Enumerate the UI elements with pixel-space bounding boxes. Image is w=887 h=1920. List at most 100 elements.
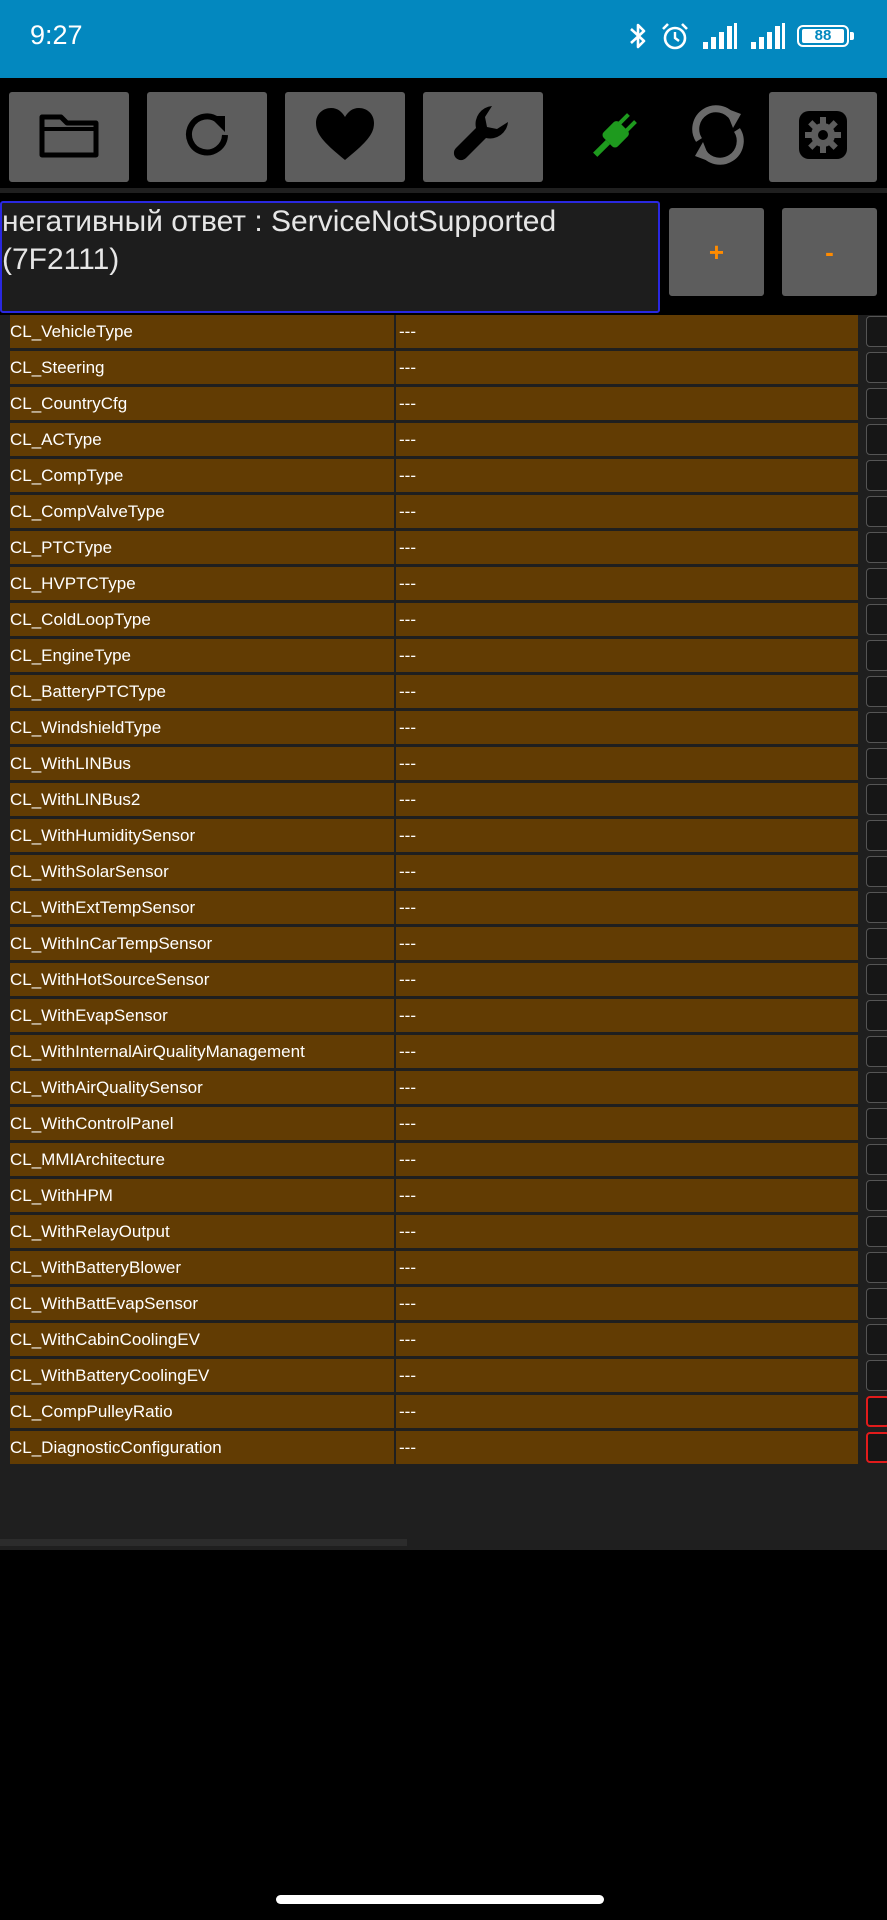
row-action-button[interactable]: [866, 1360, 887, 1391]
list-item[interactable]: CL_CompValveType ---: [10, 495, 858, 528]
list-item[interactable]: CL_WithCabinCoolingEV ---: [10, 1323, 858, 1356]
parameter-name: CL_WithEvapSensor: [10, 999, 394, 1032]
increase-button[interactable]: +: [669, 208, 764, 296]
status-bar: 9:27 88: [0, 0, 887, 78]
list-item[interactable]: CL_CompType ---: [10, 459, 858, 492]
list-item[interactable]: CL_ACType ---: [10, 423, 858, 456]
row-action-button[interactable]: [866, 388, 887, 419]
home-indicator[interactable]: [276, 1895, 604, 1904]
sync-icon: [683, 100, 753, 175]
row-action-button[interactable]: [866, 604, 887, 635]
list-item[interactable]: CL_WithHumiditySensor ---: [10, 819, 858, 852]
parameter-name: CL_Steering: [10, 351, 394, 384]
row-action-button[interactable]: [866, 316, 887, 347]
list-item[interactable]: CL_WithExtTempSensor ---: [10, 891, 858, 924]
response-message[interactable]: негативный ответ : ServiceNotSupported (…: [0, 201, 660, 313]
row-action-button[interactable]: [866, 892, 887, 923]
list-item[interactable]: CL_ColdLoopType ---: [10, 603, 858, 636]
list-item[interactable]: CL_WithLINBus2 ---: [10, 783, 858, 816]
list-item[interactable]: CL_BatteryPTCType ---: [10, 675, 858, 708]
parameter-name: CL_EngineType: [10, 639, 394, 672]
bluetooth-icon: [627, 20, 649, 57]
row-action-button[interactable]: [866, 532, 887, 563]
tools-button[interactable]: [423, 92, 543, 182]
row-action-button[interactable]: [866, 640, 887, 671]
parameter-name: CL_WithHotSourceSensor: [10, 963, 394, 996]
list-item[interactable]: CL_WithInCarTempSensor ---: [10, 927, 858, 960]
row-action-button[interactable]: [866, 820, 887, 851]
parameter-name: CL_ACType: [10, 423, 394, 456]
settings-button[interactable]: [769, 92, 877, 182]
connection-button[interactable]: [565, 92, 665, 182]
row-action-button[interactable]: [866, 352, 887, 383]
parameter-value: ---: [396, 567, 858, 600]
list-item[interactable]: CL_WithControlPanel ---: [10, 1107, 858, 1140]
horizontal-scrollbar[interactable]: [0, 1539, 407, 1546]
sync-button[interactable]: [668, 92, 768, 182]
row-action-button[interactable]: [866, 496, 887, 527]
row-action-button[interactable]: [866, 1072, 887, 1103]
parameter-name: CL_WithRelayOutput: [10, 1215, 394, 1248]
list-item[interactable]: CL_PTCType ---: [10, 531, 858, 564]
parameter-value: ---: [396, 891, 858, 924]
row-action-button[interactable]: [866, 784, 887, 815]
parameter-name: CL_CompType: [10, 459, 394, 492]
open-file-button[interactable]: [9, 92, 129, 182]
plug-icon: [583, 103, 647, 172]
row-action-button[interactable]: [866, 1180, 887, 1211]
refresh-button[interactable]: [147, 92, 267, 182]
list-item[interactable]: CL_WithBattEvapSensor ---: [10, 1287, 858, 1320]
parameter-value: ---: [396, 927, 858, 960]
row-action-button[interactable]: [866, 1288, 887, 1319]
list-item[interactable]: CL_WithAirQualitySensor ---: [10, 1071, 858, 1104]
row-action-button[interactable]: [866, 1432, 887, 1463]
list-item[interactable]: CL_Steering ---: [10, 351, 858, 384]
list-item[interactable]: CL_HVPTCType ---: [10, 567, 858, 600]
row-action-button[interactable]: [866, 568, 887, 599]
parameter-name: CL_WindshieldType: [10, 711, 394, 744]
row-action-button[interactable]: [866, 424, 887, 455]
list-item[interactable]: CL_MMIArchitecture ---: [10, 1143, 858, 1176]
row-action-button[interactable]: [866, 748, 887, 779]
row-action-button[interactable]: [866, 1000, 887, 1031]
row-action-button[interactable]: [866, 460, 887, 491]
parameter-name: CL_PTCType: [10, 531, 394, 564]
list-item[interactable]: CL_VehicleType ---: [10, 315, 858, 348]
list-item[interactable]: CL_WithEvapSensor ---: [10, 999, 858, 1032]
row-action-button[interactable]: [866, 1324, 887, 1355]
list-item[interactable]: CL_WithLINBus ---: [10, 747, 858, 780]
favorites-button[interactable]: [285, 92, 405, 182]
row-action-button[interactable]: [866, 1396, 887, 1427]
row-action-button[interactable]: [866, 964, 887, 995]
list-item[interactable]: CL_WithRelayOutput ---: [10, 1215, 858, 1248]
list-item[interactable]: CL_WithInternalAirQualityManagement ---: [10, 1035, 858, 1068]
parameter-name: CL_BatteryPTCType: [10, 675, 394, 708]
row-action-button[interactable]: [866, 1108, 887, 1139]
row-action-button[interactable]: [866, 1036, 887, 1067]
heart-icon: [313, 106, 377, 169]
row-action-button[interactable]: [866, 676, 887, 707]
battery-level: 88: [802, 28, 844, 43]
list-item[interactable]: CL_CountryCfg ---: [10, 387, 858, 420]
row-action-button[interactable]: [866, 1252, 887, 1283]
list-item[interactable]: CL_WithBatteryBlower ---: [10, 1251, 858, 1284]
list-item[interactable]: CL_WithHPM ---: [10, 1179, 858, 1212]
row-action-button[interactable]: [866, 1144, 887, 1175]
list-item[interactable]: CL_WindshieldType ---: [10, 711, 858, 744]
parameter-value: ---: [396, 315, 858, 348]
row-action-button[interactable]: [866, 1216, 887, 1247]
row-action-button[interactable]: [866, 928, 887, 959]
list-item[interactable]: CL_CompPulleyRatio ---: [10, 1395, 858, 1428]
list-item[interactable]: CL_WithHotSourceSensor ---: [10, 963, 858, 996]
row-action-button[interactable]: [866, 712, 887, 743]
row-action-button[interactable]: [866, 856, 887, 887]
parameter-name: CL_WithBattEvapSensor: [10, 1287, 394, 1320]
decrease-button[interactable]: -: [782, 208, 877, 296]
list-item[interactable]: CL_WithSolarSensor ---: [10, 855, 858, 888]
list-item[interactable]: CL_EngineType ---: [10, 639, 858, 672]
parameter-value: ---: [396, 1035, 858, 1068]
list-item[interactable]: CL_WithBatteryCoolingEV ---: [10, 1359, 858, 1392]
list-item[interactable]: CL_DiagnosticConfiguration ---: [10, 1431, 858, 1464]
parameter-value: ---: [396, 963, 858, 996]
parameter-value: ---: [396, 639, 858, 672]
